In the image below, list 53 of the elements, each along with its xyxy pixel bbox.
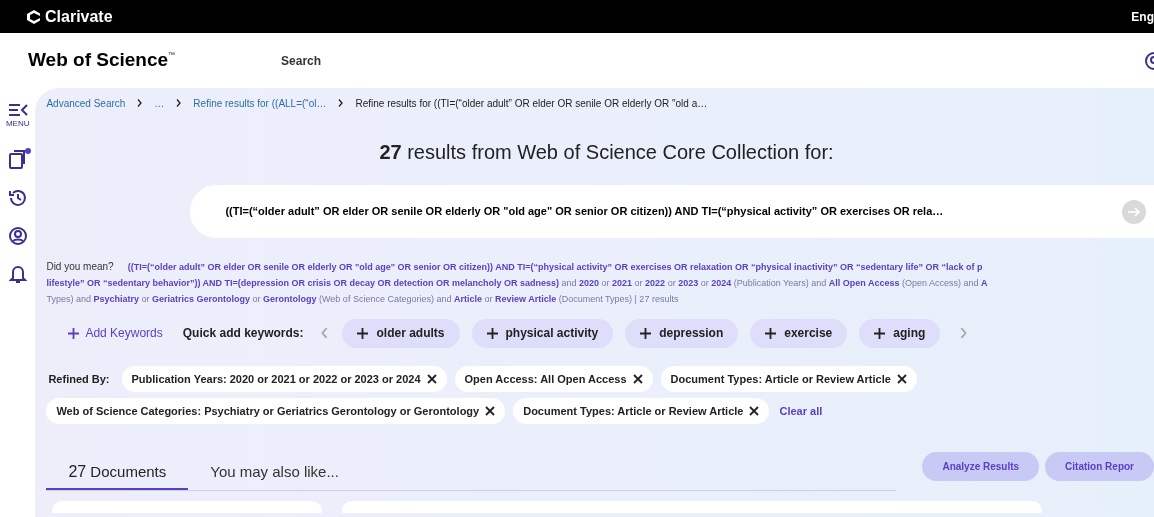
filter-chip[interactable]: Document Types: Article or Review Article — [660, 366, 917, 392]
breadcrumb-link[interactable]: Refine results for ((ALL=(“ol… — [193, 95, 327, 111]
breadcrumb-text: Refine results for ((TI=(“older adult” OR elder OR senile OR elderly OR "old a… — [355, 96, 708, 111]
logo-icon — [27, 9, 41, 24]
plus-icon — [68, 327, 80, 339]
results-tab[interactable]: You may also like... — [188, 456, 361, 490]
filter-chip[interactable]: Web of Science Categories: Psychiatry or Geriatrics Gerontology or Gerontology — [46, 398, 506, 424]
chevron-right-icon — [338, 99, 344, 107]
brand-name: Clarivate — [45, 6, 113, 27]
keyword-chip[interactable]: aging — [859, 318, 941, 348]
keyword-chip[interactable]: exercise — [750, 318, 848, 348]
close-icon[interactable] — [632, 374, 643, 384]
close-icon[interactable] — [749, 406, 760, 416]
quick-keywords-label: Quick add keywords: — [182, 325, 304, 342]
keyword-chip[interactable]: depression — [625, 318, 739, 348]
filter-chip[interactable]: Document Types: Article or Review Article — [513, 398, 770, 424]
close-icon[interactable] — [485, 406, 496, 416]
suggestion-label: Did you mean? — [46, 260, 114, 274]
filter-chip[interactable]: Publication Years: 2020 or 2021 or 2022 or 2023 or 2024 — [121, 366, 447, 392]
suggestion-line[interactable]: ((TI=(“older adult” OR elder OR senile OR elderly OR "old age" OR senior OR citizen)) AND TI=(“physical activity” OR exercises OR relaxation OR “physical inactivity” OR “sedentary life” OR “lack of p — [127, 259, 983, 275]
product-title[interactable]: Web of Science — [28, 46, 169, 75]
arrow-right-icon — [1128, 206, 1140, 217]
suggestion-line: Types) and Psychiatry or Geriatrics Gerontology or Gerontology (Web of Science Categories) and Article or Review Article (Document Types) | 27 results — [46, 294, 679, 304]
history-icon[interactable] — [7, 188, 28, 208]
suggestion-line: lifestyle” OR “sedentary behavior”)) AND TI=(depression OR crisis OR decay OR detection OR melancholy OR sadness) and 2020 or 2021 or 2022 or 2023 or 2024 (Publication Years) and All Open Access (Open Access) and A — [46, 278, 988, 288]
action-button[interactable]: Analyze Results — [922, 452, 1040, 481]
action-button[interactable]: Citation Repor — [1045, 452, 1154, 481]
chevron-right-icon — [176, 99, 182, 107]
refined-by-label: Refined By: — [48, 371, 110, 387]
language-selector[interactable]: Eng — [1131, 7, 1154, 26]
bell-icon[interactable] — [8, 264, 27, 284]
keyword-chip[interactable]: older adults — [342, 318, 460, 348]
menu-icon[interactable] — [7, 103, 28, 117]
plus-icon — [357, 327, 369, 339]
plus-icon — [874, 327, 886, 339]
chevron-right-icon — [137, 99, 143, 107]
close-icon[interactable] — [426, 374, 437, 384]
breadcrumb-link[interactable]: Advanced Search — [46, 95, 126, 111]
breadcrumb-link[interactable]: … — [154, 95, 165, 111]
search-query-field[interactable]: ((TI=(“older adult” OR elder OR senile OR elderly OR "old age" OR senior OR citizen)) AND TI=(“physical activity” OR exercises OR rela… — [190, 185, 1154, 238]
add-keywords-button[interactable]: Add Keywords — [68, 324, 163, 342]
clipboard-icon[interactable] — [7, 148, 28, 170]
nav-link[interactable]: Search — [281, 51, 322, 70]
clear-all-link[interactable]: Clear all — [779, 402, 823, 420]
results-heading: 27 results from Web of Science Core Collection for: — [379, 140, 835, 165]
close-icon[interactable] — [896, 374, 907, 384]
menu-label: MENU — [5, 118, 30, 130]
keyword-chip[interactable]: physical activity — [471, 318, 614, 348]
plus-icon — [486, 327, 498, 339]
plus-icon — [640, 327, 652, 339]
filter-chip[interactable]: Open Access: All Open Access — [454, 366, 653, 392]
plus-icon — [765, 327, 777, 339]
results-tab[interactable]: 27 Documents — [46, 456, 189, 490]
